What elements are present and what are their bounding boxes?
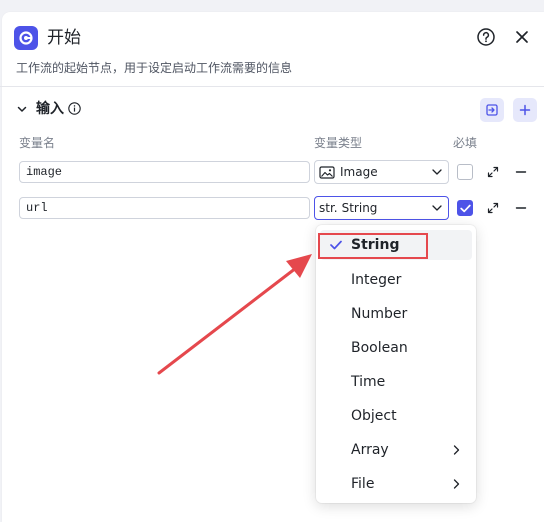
- dropdown-item-integer[interactable]: Integer: [320, 265, 472, 295]
- annotation-highlight-box: [318, 233, 428, 259]
- image-icon: [319, 165, 335, 179]
- dropdown-item-file[interactable]: File: [320, 469, 472, 499]
- minus-icon[interactable]: [515, 166, 527, 178]
- add-variable-button[interactable]: [513, 98, 537, 122]
- minus-icon[interactable]: [515, 202, 527, 214]
- dropdown-item-number[interactable]: Number: [320, 299, 472, 329]
- import-icon: [486, 104, 498, 116]
- input-section-title: 输入: [36, 101, 64, 117]
- start-node-icon: [14, 26, 38, 50]
- dropdown-item-time[interactable]: Time: [320, 367, 472, 397]
- chevron-down-icon[interactable]: [16, 103, 28, 115]
- dropdown-item-label: File: [351, 476, 375, 492]
- node-title: 开始: [47, 28, 81, 48]
- header-divider: [0, 86, 544, 87]
- type-dropdown-menu: String Integer Number Boolean Time Objec…: [316, 225, 476, 503]
- dropdown-item-label: Object: [351, 408, 397, 424]
- variable-type-select[interactable]: str. String: [314, 196, 449, 220]
- chevron-right-icon: [453, 445, 460, 455]
- dropdown-item-label: Integer: [351, 272, 402, 288]
- dropdown-item-array[interactable]: Array: [320, 435, 472, 465]
- column-header-required: 必填: [453, 136, 478, 150]
- variable-type-label: Image: [340, 165, 378, 179]
- expand-icon[interactable]: [487, 202, 499, 214]
- column-header-type: 变量类型: [314, 136, 363, 150]
- variable-type-select[interactable]: Image: [314, 160, 449, 184]
- column-header-name: 变量名: [19, 136, 56, 150]
- chevron-down-icon: [432, 205, 442, 211]
- chevron-right-icon: [453, 479, 460, 489]
- close-icon[interactable]: [514, 29, 530, 45]
- info-icon[interactable]: [68, 102, 81, 115]
- dropdown-item-label: Boolean: [351, 340, 408, 356]
- dropdown-item-label: Time: [351, 374, 386, 390]
- expand-icon[interactable]: [487, 166, 499, 178]
- node-description: 工作流的起始节点，用于设定启动工作流需要的信息: [16, 61, 293, 75]
- check-icon: [459, 204, 471, 212]
- dropdown-item-object[interactable]: Object: [320, 401, 472, 431]
- variable-name-input[interactable]: url: [19, 197, 310, 219]
- variable-type-label: String: [341, 201, 378, 215]
- required-checkbox[interactable]: [457, 164, 473, 180]
- variable-name-input[interactable]: image: [19, 161, 310, 183]
- required-checkbox[interactable]: [457, 200, 473, 216]
- dropdown-item-label: Number: [351, 306, 408, 322]
- chevron-down-icon: [432, 169, 442, 175]
- dropdown-item-boolean[interactable]: Boolean: [320, 333, 472, 363]
- plus-icon: [519, 104, 531, 116]
- help-circle-icon[interactable]: [477, 28, 495, 46]
- type-prefix: str.: [319, 201, 338, 215]
- dropdown-item-label: Array: [351, 442, 389, 458]
- import-button[interactable]: [480, 98, 504, 122]
